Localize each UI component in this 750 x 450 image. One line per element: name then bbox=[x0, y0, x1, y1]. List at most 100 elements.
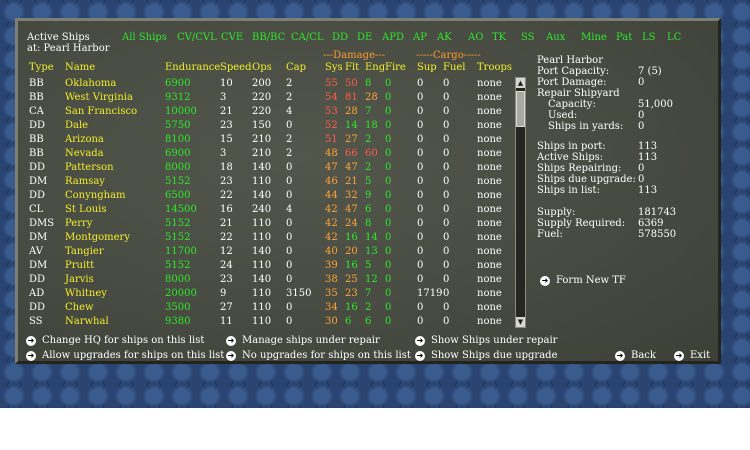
filter-cve[interactable]: CVE bbox=[221, 32, 243, 44]
header-endurance[interactable]: Endurance bbox=[165, 62, 220, 74]
ship-row[interactable]: DD Conyngham 6500 22 140 0 44 32 9 0 0 0 none bbox=[29, 189, 519, 203]
ship-ops-cell: 220 bbox=[252, 106, 272, 117]
filter-pat[interactable]: Pat bbox=[616, 32, 632, 44]
ship-row[interactable]: DM Montgomery 5152 22 110 0 42 16 14 0 0 0 none bbox=[29, 231, 519, 245]
ship-name-cell[interactable]: Pruitt bbox=[65, 259, 94, 273]
filter-ls[interactable]: LS bbox=[642, 32, 656, 44]
ship-eng-damage-cell: 2 bbox=[365, 134, 372, 145]
ship-flt-damage-cell: 23 bbox=[345, 288, 358, 299]
ship-row[interactable]: DM Pruitt 5152 24 110 0 39 16 5 0 0 0 none bbox=[29, 259, 519, 273]
ship-name-cell[interactable]: West Virginia bbox=[65, 91, 133, 105]
in-yards-label: Ships in yards: bbox=[548, 121, 624, 132]
ship-name-cell[interactable]: Oklahoma bbox=[65, 77, 116, 91]
show-under-repair-button[interactable]: ➜ Show Ships under repair bbox=[415, 335, 557, 346]
ship-troops-cell: none bbox=[477, 274, 502, 285]
ship-endurance-cell: 6500 bbox=[165, 190, 191, 201]
manage-repair-button[interactable]: ➜ Manage ships under repair bbox=[226, 335, 380, 346]
ship-row[interactable]: DMS Perry 5152 21 110 0 42 24 8 0 0 0 none bbox=[29, 217, 519, 231]
ship-fuel-cell: 0 bbox=[443, 232, 450, 243]
ship-name-cell[interactable]: Jarvis bbox=[65, 273, 94, 287]
filter-de[interactable]: DE bbox=[357, 32, 372, 44]
ship-name-cell[interactable]: Chew bbox=[65, 301, 94, 315]
filter-mine[interactable]: Mine bbox=[581, 32, 607, 44]
ship-row[interactable]: DD Jarvis 8000 23 140 0 38 25 12 0 0 0 none bbox=[29, 273, 519, 287]
header-sup[interactable]: Sup bbox=[417, 62, 437, 74]
back-button[interactable]: ➜ Back bbox=[615, 350, 656, 361]
change-hq-button[interactable]: ➜ Change HQ for ships on this list bbox=[26, 335, 204, 346]
ship-endurance-cell: 9380 bbox=[165, 316, 191, 327]
form-new-tf-button[interactable]: ➜ Form New TF bbox=[540, 275, 626, 286]
ship-name-cell[interactable]: Dale bbox=[65, 119, 88, 133]
filter-all-ships[interactable]: All Ships bbox=[122, 32, 167, 44]
ship-name-cell[interactable]: San Francisco bbox=[65, 105, 137, 119]
filter-ao[interactable]: AO bbox=[468, 32, 483, 44]
filter-ca-cl[interactable]: CA/CL bbox=[291, 32, 324, 44]
filter-ap[interactable]: AP bbox=[413, 32, 427, 44]
header-troops[interactable]: Troops bbox=[477, 62, 512, 74]
ship-fuel-cell: 0 bbox=[443, 106, 450, 117]
allow-upgrades-button[interactable]: ➜ Allow upgrades for ships on this list bbox=[26, 350, 224, 361]
ship-row[interactable]: CL St Louis 14500 16 240 4 42 47 6 0 0 0 none bbox=[29, 203, 519, 217]
ship-speed-cell: 23 bbox=[220, 274, 233, 285]
ship-row[interactable]: BB Arizona 8100 15 210 2 51 27 2 0 0 0 none bbox=[29, 133, 519, 147]
ship-row[interactable]: BB Nevada 6900 3 210 2 48 66 60 0 0 0 none bbox=[29, 147, 519, 161]
filter-lc[interactable]: LC bbox=[667, 32, 681, 44]
ship-row[interactable]: BB West Virginia 9312 3 220 2 54 81 28 0 0 0 none bbox=[29, 91, 519, 105]
scroll-up-arrow-icon[interactable]: ▲ bbox=[516, 78, 525, 88]
filter-cv-cvl[interactable]: CV/CVL bbox=[177, 32, 217, 44]
damage-group-header: ---Damage--- bbox=[323, 50, 386, 61]
ship-speed-cell: 18 bbox=[220, 162, 233, 173]
ship-flt-damage-cell: 47 bbox=[345, 204, 358, 215]
ship-name-cell[interactable]: Arizona bbox=[65, 133, 104, 147]
header-fire[interactable]: Fire bbox=[385, 62, 406, 74]
ship-name-cell[interactable]: Ramsay bbox=[65, 175, 105, 189]
scroll-down-arrow-icon[interactable]: ▼ bbox=[516, 317, 525, 327]
ship-name-cell[interactable]: Patterson bbox=[65, 161, 114, 175]
ship-cap-cell: 4 bbox=[286, 204, 293, 215]
ship-sys-damage-cell: 54 bbox=[325, 92, 338, 103]
ship-row[interactable]: DD Dale 5750 23 150 0 52 14 18 0 0 0 none bbox=[29, 119, 519, 133]
ship-name-cell[interactable]: Whitney bbox=[65, 287, 107, 301]
ship-name-cell[interactable]: Montgomery bbox=[65, 231, 130, 245]
header-eng[interactable]: Eng bbox=[365, 62, 385, 74]
header-type[interactable]: Type bbox=[29, 62, 54, 74]
ship-list-scrollbar[interactable]: ▲ ▼ bbox=[515, 77, 526, 328]
exit-button[interactable]: ➜ Exit bbox=[674, 350, 710, 361]
ship-name-cell[interactable]: Narwhal bbox=[65, 315, 109, 329]
header-cap[interactable]: Cap bbox=[286, 62, 306, 74]
header-name[interactable]: Name bbox=[65, 62, 95, 74]
ship-name-cell[interactable]: Tangier bbox=[65, 245, 104, 259]
filter-dd[interactable]: DD bbox=[332, 32, 348, 44]
ship-row[interactable]: AV Tangier 11700 12 140 0 40 20 13 0 0 0 none bbox=[29, 245, 519, 259]
ship-row[interactable]: DD Patterson 8000 18 140 0 47 47 2 0 0 0 none bbox=[29, 161, 519, 175]
ship-name-cell[interactable]: Perry bbox=[65, 217, 92, 231]
filter-ak[interactable]: AK bbox=[437, 32, 452, 44]
ship-row[interactable]: AD Whitney 20000 9 110 3150 35 23 7 0 1719 0 none bbox=[29, 287, 519, 301]
ship-row[interactable]: DM Ramsay 5152 23 110 0 46 21 5 0 0 0 none bbox=[29, 175, 519, 189]
header-speed[interactable]: Speed bbox=[220, 62, 252, 74]
filter-aux[interactable]: Aux bbox=[546, 32, 565, 44]
ship-eng-damage-cell: 8 bbox=[365, 78, 372, 89]
ship-cap-cell: 0 bbox=[286, 274, 293, 285]
no-upgrades-button[interactable]: ➜ No upgrades for ships on this list bbox=[226, 350, 411, 361]
ship-name-cell[interactable]: Nevada bbox=[65, 147, 104, 161]
header-fuel[interactable]: Fuel bbox=[443, 62, 466, 74]
ship-name-cell[interactable]: Conyngham bbox=[65, 189, 126, 203]
header-flt[interactable]: Flt bbox=[345, 62, 359, 74]
ship-row[interactable]: SS Narwhal 9380 11 110 0 30 6 6 0 0 0 none bbox=[29, 315, 519, 329]
ship-row[interactable]: CA San Francisco 10000 21 220 4 53 28 7 0 0 0 none bbox=[29, 105, 519, 119]
show-due-upgrade-button[interactable]: ➜ Show Ships due upgrade bbox=[415, 350, 558, 361]
ship-ops-cell: 220 bbox=[252, 92, 272, 103]
ship-type-cell: AV bbox=[29, 246, 43, 257]
ship-name-cell[interactable]: St Louis bbox=[65, 203, 106, 217]
filter-apd[interactable]: APD bbox=[382, 32, 404, 44]
filter-bb-bc[interactable]: BB/BC bbox=[252, 32, 285, 44]
ship-row[interactable]: DD Chew 3500 27 110 0 34 16 2 0 0 0 none bbox=[29, 301, 519, 315]
ship-row[interactable]: BB Oklahoma 6900 10 200 2 55 50 8 0 0 0 none bbox=[29, 77, 519, 91]
filter-tk[interactable]: TK bbox=[492, 32, 506, 44]
scroll-thumb[interactable] bbox=[516, 91, 525, 127]
header-sys[interactable]: Sys bbox=[325, 62, 343, 74]
filter-ss[interactable]: SS bbox=[521, 32, 535, 44]
header-ops[interactable]: Ops bbox=[252, 62, 272, 74]
port-damage-value: 0 bbox=[638, 77, 645, 88]
